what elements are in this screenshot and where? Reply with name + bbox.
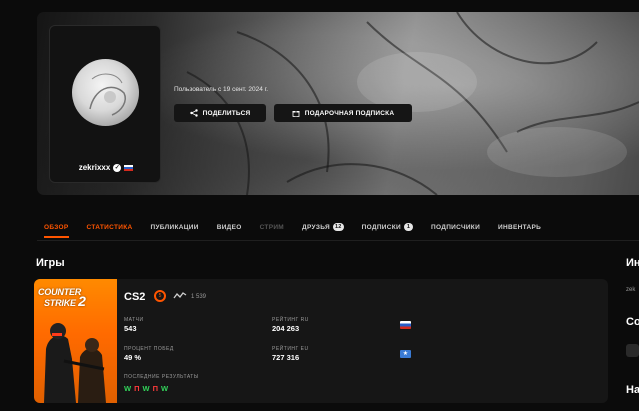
russia-flag-icon [400,321,411,329]
elo-trend-icon [173,292,187,299]
tab-inventory[interactable]: ИНВЕНТАРЬ [498,221,541,233]
result-item: П [152,384,159,393]
gift-subscription-button[interactable]: ПОДАРОЧНАЯ ПОДПИСКА [274,104,412,122]
result-item: W [142,384,151,393]
result-item: П [134,384,141,393]
recent-results-label: ПОСЛЕДНИЕ РЕЗУЛЬТАТЫ [124,374,199,380]
winrate-value: 49 % [124,353,142,362]
tab-stream[interactable]: СТРИМ [260,221,284,233]
share-label: ПОДЕЛИТЬСЯ [202,109,251,117]
friends-count-badge: 12 [332,223,344,231]
gift-label: ПОДАРОЧНАЯ ПОДПИСКА [304,109,395,117]
right-heading-accounts: Со [626,316,639,328]
matches-label: МАТЧИ [124,317,144,323]
tab-friends[interactable]: ДРУЗЬЯ 12 [302,221,344,233]
subscriptions-count-badge: 1 [404,223,414,231]
tab-video[interactable]: ВИДЕО [217,221,242,233]
rating-eu-label: РЕЙТИНГ EU [272,346,309,352]
member-since: Пользователь с 19 сент. 2024 г. [174,86,269,93]
rating-ru-value: 204 263 [272,324,300,333]
profile-tabs: ОБЗОР СТАТИСТИКА ПУБЛИКАЦИИ ВИДЕО СТРИМ … [44,221,559,238]
rating-ru-label: РЕЙТИНГ RU [272,317,309,323]
verified-icon: ✓ [113,163,122,172]
username: zekrixxx ✓ [50,163,162,172]
tabs-divider [37,240,639,241]
recent-results: W П W П W [124,384,169,393]
cs2-game-card[interactable]: COUNTER STRIKE 2 CS2 5 1 539 МАТЧИ 543 П… [34,279,608,403]
eu-region-icon: ★ [400,350,411,358]
tab-publications[interactable]: ПУБЛИКАЦИИ [150,221,198,233]
right-heading-info: Ин [626,257,639,269]
avatar[interactable] [72,59,139,126]
cs2-soldiers-art [44,323,106,403]
game-name: CS2 [124,291,146,303]
right-small-text: zek [626,287,636,293]
tab-subscriptions[interactable]: ПОДПИСКИ 1 [362,221,414,233]
gift-icon [292,111,300,117]
games-heading: Игры [36,257,65,269]
tab-subscribers[interactable]: ПОДПИСЧИКИ [431,221,480,233]
profile-card: zekrixxx ✓ [49,25,161,183]
share-button[interactable]: ПОДЕЛИТЬСЯ [174,104,266,122]
rating-eu-value: 727 316 [272,353,300,362]
steam-icon[interactable] [626,344,639,357]
result-item: W [160,384,170,393]
share-icon [189,109,198,117]
russia-flag-icon [124,164,134,171]
matches-value: 543 [124,324,137,333]
right-heading-third: На [626,384,639,396]
faceit-level-badge: 5 [154,290,166,302]
tab-overview[interactable]: ОБЗОР [44,221,69,238]
username-text: zekrixxx [78,163,111,172]
elo-value: 1 539 [191,294,207,300]
winrate-label: ПРОЦЕНТ ПОБЕД [124,346,174,352]
tab-statistics[interactable]: СТАТИСТИКА [87,221,133,233]
result-item: W [124,384,133,393]
cs2-cover-image: COUNTER STRIKE 2 [34,279,117,403]
